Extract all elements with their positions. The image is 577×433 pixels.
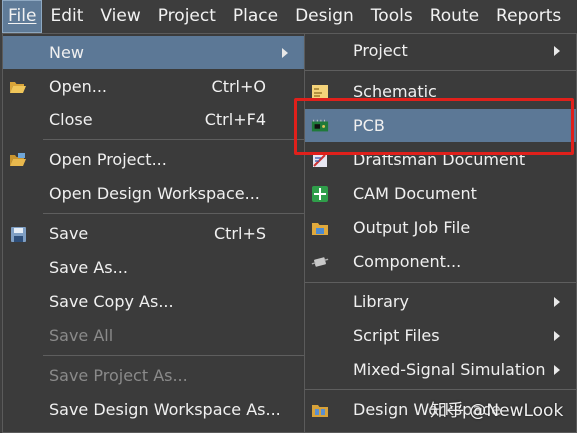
new-script-files-label: Script Files — [353, 326, 440, 345]
watermark: 知乎 @NewLook — [430, 401, 564, 421]
new-component-label: Component... — [353, 252, 462, 271]
file-save-as-label: Save As... — [49, 258, 128, 277]
menu-reports-label: Reports — [496, 6, 562, 26]
separator — [43, 139, 304, 140]
menu-tools-label: Tools — [370, 6, 413, 26]
separator — [305, 389, 576, 390]
new-output-job-item[interactable]: Output Job File — [305, 211, 576, 244]
annotation-highlight-box — [294, 98, 574, 155]
separator — [305, 282, 576, 283]
component-icon — [311, 253, 329, 271]
menu-view[interactable]: View — [92, 0, 149, 33]
submenu-arrow-icon — [554, 46, 560, 56]
file-save-copy-as-label: Save Copy As... — [49, 292, 174, 311]
menu-place[interactable]: Place — [225, 0, 287, 33]
file-open-label: Open... — [49, 77, 107, 96]
submenu-arrow-icon — [282, 48, 288, 58]
new-project-label: Project — [353, 41, 408, 60]
menu-project-label: Project — [157, 6, 216, 26]
file-menu: New Open... Ctrl+O Close Ctrl+F4 Open Pr… — [2, 33, 305, 433]
submenu-arrow-icon — [554, 365, 560, 375]
menu-route-label: Route — [429, 6, 480, 26]
file-save-item[interactable]: Save Ctrl+S — [3, 217, 304, 250]
file-open-design-workspace-item[interactable]: Open Design Workspace... — [3, 177, 304, 210]
new-library-label: Library — [353, 292, 409, 311]
file-save-project-as-label: Save Project As... — [49, 366, 188, 385]
menu-reports[interactable]: Reports — [488, 0, 570, 33]
submenu-arrow-icon — [554, 331, 560, 341]
submenu-arrow-icon — [554, 297, 560, 307]
file-save-design-workspace-as-item[interactable]: Save Design Workspace As... — [3, 393, 304, 426]
file-open-item[interactable]: Open... Ctrl+O — [3, 70, 304, 103]
folder-open-icon — [9, 78, 27, 96]
menu-file[interactable]: File — [2, 0, 43, 33]
cam-icon — [311, 185, 329, 203]
menu-project[interactable]: Project — [150, 0, 225, 33]
new-script-files-item[interactable]: Script Files — [305, 319, 576, 352]
new-project-item[interactable]: Project — [305, 34, 576, 67]
menu-view-label: View — [100, 6, 141, 26]
new-submenu: Project Schematic PCB Draftsman Document — [304, 33, 577, 433]
separator — [305, 70, 576, 71]
file-open-project-label: Open Project... — [49, 150, 167, 169]
file-save-shortcut: Ctrl+S — [213, 224, 266, 243]
file-save-label: Save — [49, 224, 89, 243]
menu-edit-label: Edit — [50, 6, 84, 26]
new-component-item[interactable]: Component... — [305, 245, 576, 278]
file-new-item[interactable]: New — [3, 36, 304, 69]
new-mixed-signal-item[interactable]: Mixed-Signal Simulation — [305, 353, 576, 386]
file-open-shortcut: Ctrl+O — [211, 77, 266, 96]
separator — [43, 213, 304, 214]
new-cam-label: CAM Document — [353, 184, 477, 203]
menu-place-label: Place — [232, 6, 279, 26]
file-open-design-workspace-label: Open Design Workspace... — [49, 184, 260, 203]
output-job-icon — [311, 219, 329, 237]
open-project-icon — [9, 151, 27, 169]
menu-tools[interactable]: Tools — [363, 0, 422, 33]
menu-design-label: Design — [295, 6, 354, 26]
file-save-as-item[interactable]: Save As... — [3, 251, 304, 284]
file-save-project-as-item: Save Project As... — [3, 359, 304, 392]
new-library-item[interactable]: Library — [305, 285, 576, 318]
menu-design[interactable]: Design — [287, 0, 363, 33]
design-workspace-icon — [311, 401, 329, 419]
file-save-all-label: Save All — [49, 326, 114, 345]
file-save-all-item: Save All — [3, 319, 304, 352]
file-close-label: Close — [49, 110, 93, 129]
separator — [43, 355, 304, 356]
menu-edit[interactable]: Edit — [42, 0, 92, 33]
new-mixed-signal-label: Mixed-Signal Simulation — [353, 360, 546, 379]
app-window: File Edit View Project Place Design Tool… — [0, 0, 577, 433]
menu-file-label: File — [8, 6, 37, 26]
menu-route[interactable]: Route — [422, 0, 488, 33]
file-close-item[interactable]: Close Ctrl+F4 — [3, 103, 304, 136]
file-close-shortcut: Ctrl+F4 — [204, 110, 266, 129]
menubar: File Edit View Project Place Design Tool… — [0, 0, 577, 33]
save-disk-icon — [9, 225, 27, 243]
file-save-copy-as-item[interactable]: Save Copy As... — [3, 285, 304, 318]
file-save-design-workspace-as-label: Save Design Workspace As... — [49, 400, 281, 419]
new-cam-item[interactable]: CAM Document — [305, 177, 576, 210]
file-open-project-item[interactable]: Open Project... — [3, 143, 304, 176]
file-new-label: New — [49, 43, 84, 62]
new-output-job-label: Output Job File — [353, 218, 471, 237]
